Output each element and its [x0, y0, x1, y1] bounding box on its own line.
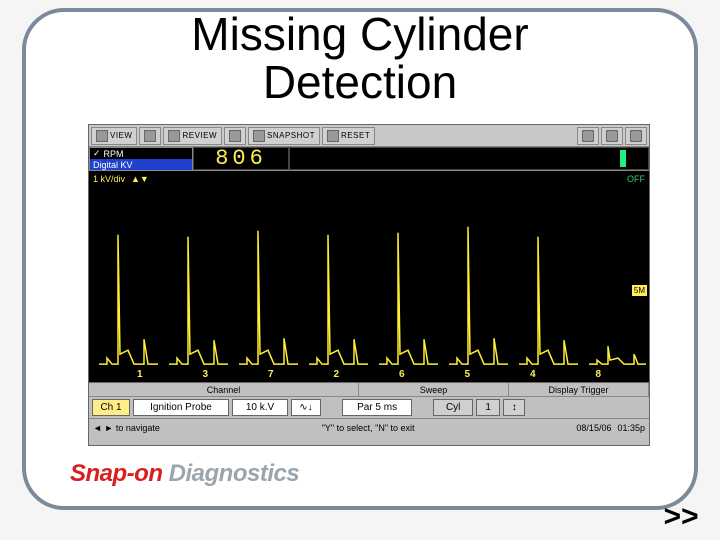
probe-select[interactable]: Ignition Probe [133, 399, 229, 416]
scale-arrows-icon: ▲▼ [131, 174, 149, 184]
brand-logo: Snap-on Diagnostics [70, 460, 299, 488]
snapshot-label: SNAPSHOT [267, 131, 315, 140]
cyl-label: 4 [530, 369, 536, 380]
check-icon: ✓ [93, 148, 101, 159]
trigger-source[interactable]: Cyl [433, 399, 473, 416]
scope-info-strip: 1 kV/div ▲▼ OFF [89, 171, 649, 187]
trigger-edge[interactable]: ↕ [503, 399, 525, 416]
view-button[interactable]: VIEW [91, 127, 137, 145]
page-title: Missing Cylinder Detection [191, 10, 528, 107]
reset-icon [327, 130, 339, 142]
cyl-label: 3 [202, 369, 208, 380]
status-date: 08/15/06 [576, 423, 611, 433]
coupling-toggle[interactable]: ∿↓ [291, 399, 321, 416]
graph-button[interactable] [139, 127, 161, 145]
diagnostic-app-window: VIEW REVIEW SNAPSHOT RESET [88, 124, 650, 446]
window-button-1[interactable] [577, 127, 599, 145]
next-button[interactable]: >> [663, 500, 698, 534]
cyl-label: 2 [333, 369, 339, 380]
brand-diagnostics: Diagnostics [163, 460, 300, 487]
menu-item-rpm[interactable]: ✓ RPM [90, 148, 192, 159]
cursor-icon [229, 130, 241, 142]
cylinder-labels: 1 3 7 2 6 5 4 8 [89, 369, 649, 380]
channel-select[interactable]: Ch 1 [92, 399, 130, 416]
app-toolbar: VIEW REVIEW SNAPSHOT RESET [89, 125, 649, 147]
review-label: REVIEW [182, 131, 217, 140]
cyl-label: 5 [464, 369, 470, 380]
menu-item-label: Digital KV [93, 160, 133, 170]
readout-bargraph [289, 147, 649, 170]
reset-label: RESET [341, 131, 370, 140]
channel-header: Channel [89, 383, 359, 396]
window-button-2[interactable] [601, 127, 623, 145]
window-icon [582, 130, 594, 142]
bargraph-marker [620, 150, 626, 167]
axis-header-row: Channel Sweep Display Trigger [89, 383, 649, 397]
sweep-select[interactable]: Par 5 ms [342, 399, 412, 416]
scope-range-tag: 5M [632, 285, 647, 296]
view-icon [96, 130, 108, 142]
sliders-icon [630, 130, 642, 142]
cyl-label: 7 [268, 369, 274, 380]
snapshot-button[interactable]: SNAPSHOT [248, 127, 320, 145]
menu-item-label: RPM [104, 149, 124, 159]
readout-row: ✓ RPM Digital KV 806 [89, 147, 649, 171]
settings-row: Ch 1 Ignition Probe 10 k.V ∿↓ Par 5 ms C… [89, 397, 649, 419]
scope-display: 1 3 7 2 6 5 4 8 5M [89, 187, 649, 383]
view-label: VIEW [110, 131, 132, 140]
cursor-button[interactable] [224, 127, 246, 145]
camera-icon [253, 130, 265, 142]
measurement-menu[interactable]: ✓ RPM Digital KV [89, 147, 193, 170]
window-icon [606, 130, 618, 142]
status-bar: ◄ ► to navigate "Y" to select, "N" to ex… [89, 419, 649, 437]
trigger-header: Display Trigger [509, 383, 649, 396]
rpm-readout: 806 [193, 147, 289, 170]
settings-button[interactable] [625, 127, 647, 145]
off-label: OFF [627, 174, 645, 184]
brand-snap-on: Snap-on [70, 460, 163, 487]
trigger-cyl[interactable]: 1 [476, 399, 500, 416]
status-time: 01:35p [617, 423, 645, 433]
range-select[interactable]: 10 k.V [232, 399, 288, 416]
scale-label: 1 kV/div [93, 174, 125, 184]
select-hint: "Y" to select, "N" to exit [322, 423, 415, 433]
slide-frame: Missing Cylinder Detection VIEW REVIEW S… [22, 8, 698, 510]
cyl-label: 1 [137, 369, 143, 380]
waveform-svg [89, 187, 649, 382]
cyl-label: 8 [595, 369, 601, 380]
nav-hint: ◄ ► to navigate [93, 423, 160, 433]
cyl-label: 6 [399, 369, 405, 380]
menu-item-digital-kv[interactable]: Digital KV [90, 159, 192, 170]
bars-icon [144, 130, 156, 142]
sweep-header: Sweep [359, 383, 509, 396]
review-button[interactable]: REVIEW [163, 127, 222, 145]
review-icon [168, 130, 180, 142]
reset-button[interactable]: RESET [322, 127, 375, 145]
